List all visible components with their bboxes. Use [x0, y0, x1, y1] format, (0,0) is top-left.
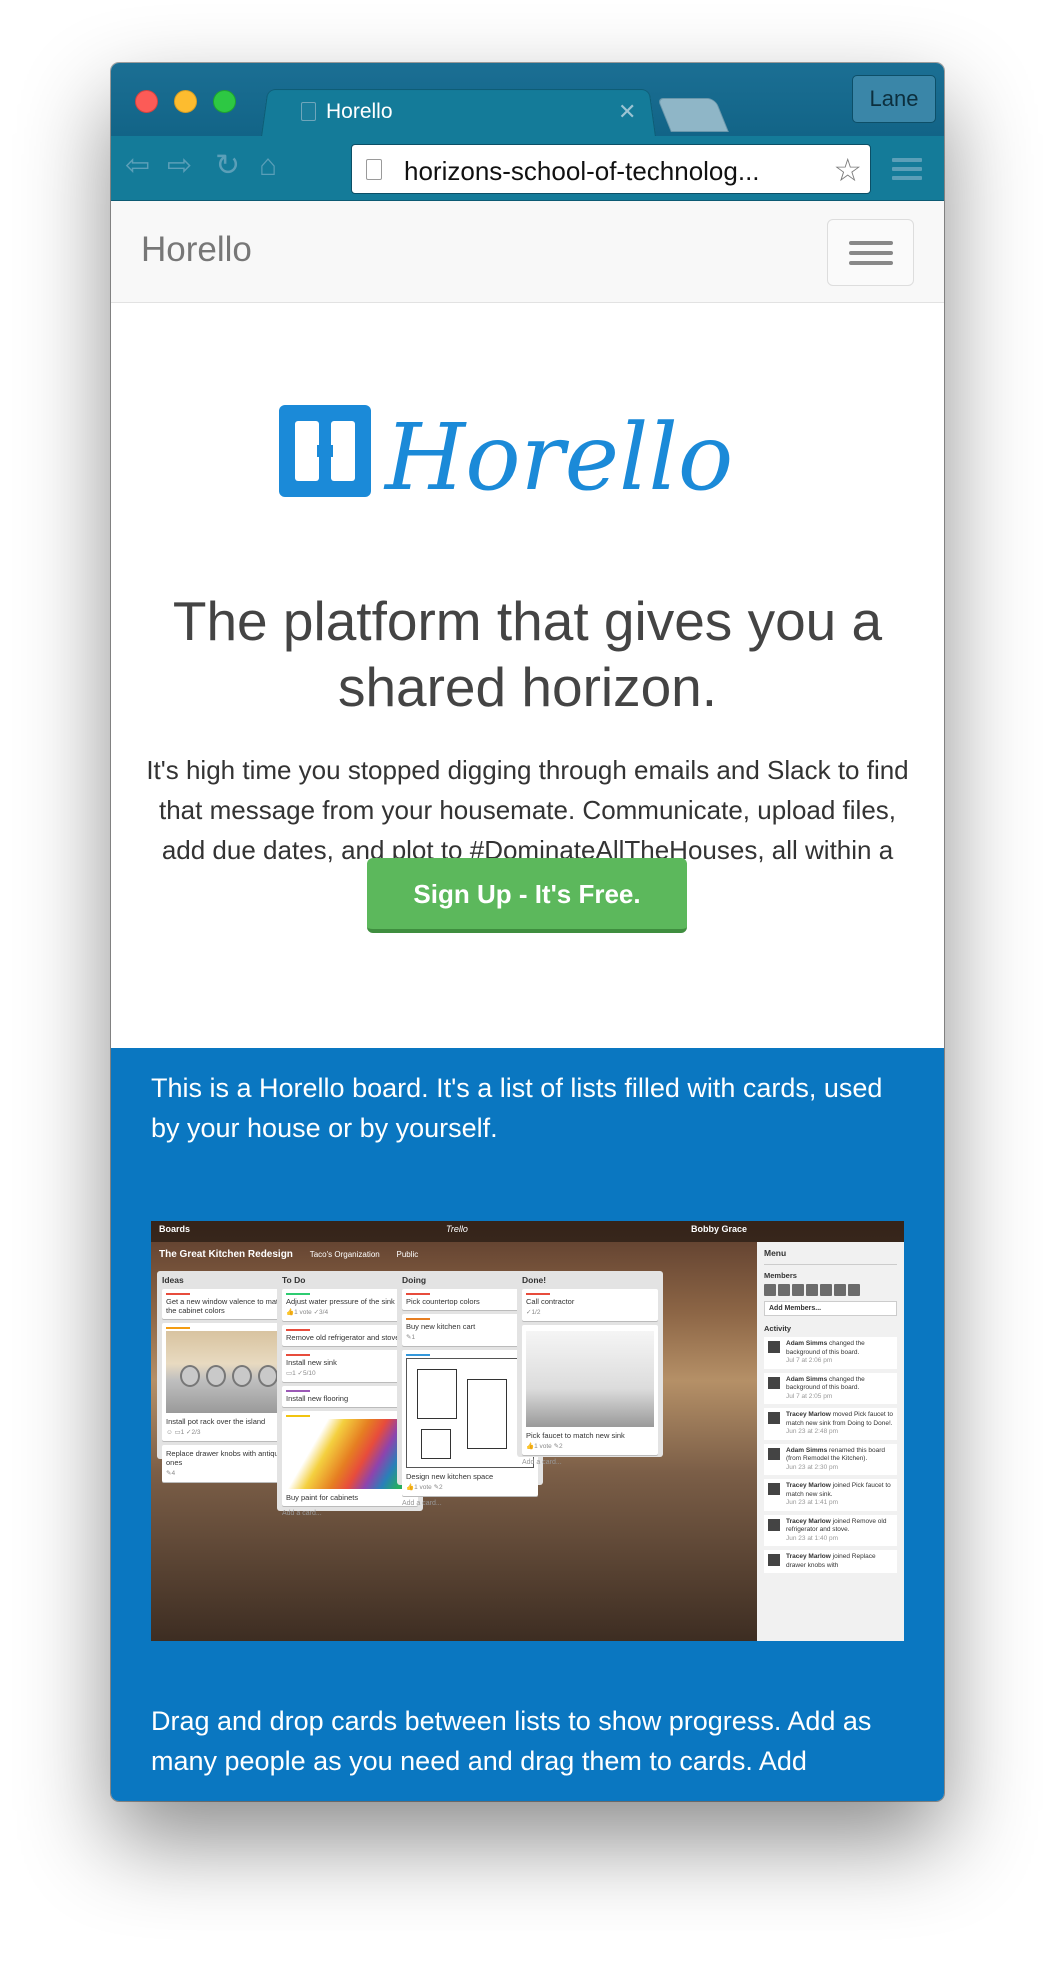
hero-section: Horello The platform that gives you a sh…: [111, 303, 944, 1048]
board-drag-text: Drag and drop cards between lists to sho…: [151, 1706, 872, 1776]
web-page: Horello Horello The platform that gives …: [111, 201, 944, 1801]
navbar-toggle-button[interactable]: [827, 219, 914, 286]
tab-horello[interactable]: Horello ✕: [281, 89, 651, 135]
browser-menu-icon[interactable]: [892, 158, 922, 185]
address-bar[interactable]: horizons-school-of-technolog... ☆: [351, 144, 871, 194]
tab-title: Horello: [326, 100, 393, 123]
title-bar: Horello ✕ Lane: [111, 63, 944, 137]
back-arrow-icon[interactable]: ⇦: [125, 148, 150, 184]
hero-headline: The platform that gives you a shared hor…: [172, 590, 883, 718]
board-user-label: Bobby Grace: [691, 1224, 748, 1234]
navbar-brand[interactable]: Horello: [141, 230, 252, 270]
minimize-window-button[interactable]: [174, 90, 197, 113]
navbar: Horello: [111, 201, 944, 303]
profile-button[interactable]: Lane: [852, 75, 936, 123]
board-menu-panel: Menu Members Add Members... Activity Ada…: [757, 1242, 904, 1641]
url-text: horizons-school-of-technolog...: [404, 156, 760, 186]
page-icon: [366, 159, 382, 180]
close-window-button[interactable]: [135, 90, 158, 113]
zoom-window-button[interactable]: [213, 90, 236, 113]
board-topbar: Boards Trello Bobby Grace: [151, 1221, 904, 1242]
bookmark-star-icon[interactable]: ☆: [833, 151, 862, 189]
board-boards-label: Boards: [159, 1224, 191, 1234]
new-tab-button[interactable]: [657, 98, 729, 132]
svg-text:Horello: Horello: [383, 404, 733, 511]
board-screenshot: Boards Trello Bobby Grace The Great Kitc…: [151, 1221, 904, 1641]
signup-button[interactable]: Sign Up - It's Free.: [367, 858, 687, 933]
board-trello-label: Trello: [446, 1224, 468, 1234]
horello-logo: Horello: [279, 404, 733, 511]
board-intro-section: This is a Horello board. It's a list of …: [111, 1048, 944, 1801]
board-title: The Great Kitchen Redesign Taco's Organi…: [159, 1249, 419, 1260]
reload-icon[interactable]: ↻: [215, 148, 240, 184]
browser-toolbar: ⇦ ⇨ ↻ ⌂ horizons-school-of-technolog... …: [111, 136, 944, 201]
board-intro-text: This is a Horello board. It's a list of …: [151, 1073, 883, 1143]
browser-window: Horello ✕ Lane ⇦ ⇨ ↻ ⌂ horizons-school-o…: [111, 63, 944, 1801]
forward-arrow-icon[interactable]: ⇨: [167, 148, 192, 184]
page-icon: [301, 102, 316, 121]
board-list-done: Done! Call contractor ✓1/2 Pick faucet to…: [517, 1271, 663, 1466]
home-icon[interactable]: ⌂: [259, 148, 277, 184]
tab-close-icon[interactable]: ✕: [618, 99, 636, 125]
